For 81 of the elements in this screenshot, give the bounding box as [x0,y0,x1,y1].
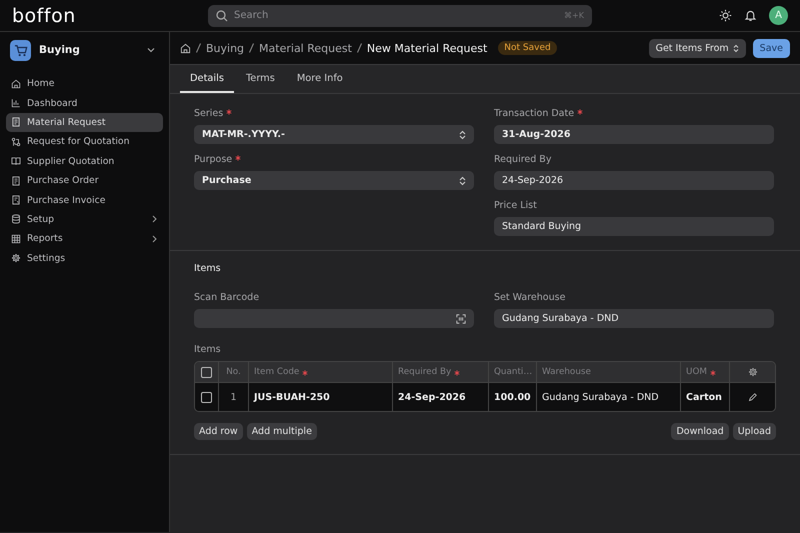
table-cell: 24-Sep-2026 [398,392,466,402]
field-label: Required By [494,154,552,165]
table-button[interactable]: Download [671,423,729,440]
database-icon [11,214,21,224]
column-header: Required By [398,367,452,377]
table-button[interactable]: Add multiple [246,423,317,440]
module-switcher[interactable]: Buying [6,38,163,62]
field-label: Purpose [194,154,232,165]
input-field[interactable]: Gudang Surabaya - DND [494,309,774,328]
table-cell: 100.00 [494,392,531,402]
column-header: No. [226,367,241,377]
checkbox[interactable] [201,366,212,378]
column-header: Quanti… [494,367,532,377]
book-icon [11,156,21,166]
receipt-icon [11,195,21,206]
select-field[interactable]: Purchase [194,171,474,190]
sidebar-item[interactable]: Request for Quotation [6,132,163,152]
tab[interactable]: Terms [236,65,285,93]
home-icon[interactable] [180,42,191,54]
table-label: Items [194,344,222,355]
table-button[interactable]: Upload [732,423,776,440]
table-cell: 1 [230,392,237,402]
column-header: Item Code [254,367,300,377]
home-icon [11,78,21,89]
sidebar-item[interactable]: Dashboard [6,93,163,113]
field-label: Transaction Date [494,108,574,119]
sidebar-item[interactable]: Settings [6,248,163,268]
breadcrumb-link[interactable]: Material Request [259,42,352,54]
breadcrumb-link[interactable]: Buying [206,42,244,54]
field-label: Scan Barcode [194,292,260,303]
table-icon [11,234,21,244]
input-field[interactable]: Standard Buying [494,217,774,236]
scan-icon[interactable] [456,314,466,324]
sidebar-item[interactable]: Reports [6,229,163,249]
sun-icon[interactable] [719,9,732,22]
table-cell: Carton [686,392,722,402]
chevron-down-icon [147,46,155,54]
sidebar-item[interactable]: Home [6,74,163,94]
search-field[interactable]: Search ⌘+K [208,4,592,26]
slash-separator-icon [356,43,362,53]
input-field[interactable]: 24-Sep-2026 [494,171,774,190]
sidebar-item[interactable]: Purchase Order [6,170,163,190]
settings-icon[interactable] [748,367,758,377]
slash-separator-icon [196,43,201,53]
bar-chart-icon [11,98,21,108]
section-title: Items [194,263,222,274]
sidebar-item[interactable]: Supplier Quotation [6,152,163,171]
document-icon [11,117,21,128]
sidebar-item[interactable]: Purchase Invoice [6,190,163,210]
logo[interactable]: boffon [12,4,208,26]
select-field[interactable]: MAT-MR-.YYYY.- [194,125,474,144]
up-down-caret-icon [459,130,466,140]
document-icon [11,176,21,186]
field-label: Set Warehouse [494,292,566,303]
tab[interactable]: More Info [286,65,353,93]
input-field[interactable] [194,309,474,328]
field-label: Series [194,108,224,119]
save-button[interactable]: Save [752,38,790,58]
column-header: UOM [686,367,707,377]
field-label: Price List [494,200,537,211]
edit-icon[interactable] [748,392,757,402]
sidebar-item[interactable]: Material Request [6,112,163,132]
up-down-caret-icon [459,176,466,186]
status-badge: Not Saved [498,41,557,55]
flow-icon [11,136,21,147]
slash-separator-icon [249,43,254,53]
column-header: Warehouse [542,367,591,377]
table-button[interactable]: Add row [194,423,243,440]
dropdown-button[interactable]: Get Items From [648,38,746,58]
search-icon [216,10,228,22]
checkbox[interactable] [201,392,212,402]
table-cell: JUS-BUAH-250 [254,392,330,402]
sidebar-item[interactable]: Setup [6,210,163,230]
table-cell: Gudang Surabaya - DND [542,392,659,402]
tab[interactable]: Details [180,65,234,93]
cart-icon [10,40,31,60]
input-field[interactable]: 31-Aug-2026 [494,125,774,144]
up-down-caret-icon [732,44,739,52]
page-title: New Material Request [366,42,488,54]
bell-icon[interactable] [744,9,757,22]
settings-icon [11,253,21,264]
